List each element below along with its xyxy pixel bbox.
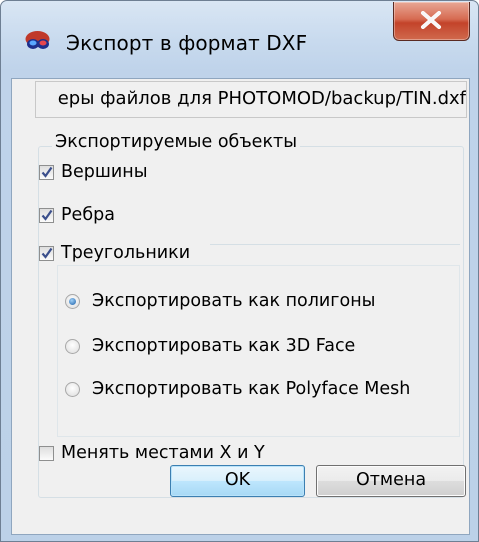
export-as-3dface-radio[interactable] (65, 339, 80, 354)
export-as-polygons-radio[interactable] (65, 294, 80, 309)
edges-checkbox[interactable] (39, 208, 54, 223)
export-as-polygons-label: Экспортировать как полигоны (92, 291, 376, 311)
close-icon (421, 11, 441, 29)
checkmark-icon (41, 209, 53, 221)
file-path-field[interactable]: еры файлов для PHOTOMOD/backup/TIN.dxf (35, 81, 467, 118)
dialog-body: еры файлов для PHOTOMOD/backup/TIN.dxf Э… (11, 78, 470, 535)
vertices-checkbox[interactable] (39, 165, 54, 180)
radio-selected-dot (69, 298, 76, 305)
cancel-button[interactable]: Отмена (316, 465, 466, 497)
stereo-glasses-icon (25, 31, 50, 49)
triangles-label: Треугольники (61, 243, 191, 263)
export-as-polyface-mesh-radio[interactable] (65, 382, 80, 397)
checkmark-icon (41, 247, 53, 259)
export-objects-legend: Экспортируемые объекты (52, 132, 301, 152)
file-path-value: еры файлов для PHOTOMOD/backup/TIN.dxf (57, 88, 466, 109)
triangles-checkbox[interactable] (39, 246, 54, 261)
swap-xy-checkbox[interactable] (39, 446, 54, 461)
triangles-group-divider (210, 244, 460, 245)
swap-xy-label: Менять местами X и Y (61, 443, 265, 463)
close-button[interactable] (393, 2, 470, 41)
ok-button[interactable]: OK (170, 465, 305, 497)
checkmark-icon (41, 166, 53, 178)
edges-label: Ребра (61, 205, 115, 225)
export-dxf-dialog: Экспорт в формат DXF еры файлов для PHOT… (0, 0, 479, 542)
window-title: Экспорт в формат DXF (66, 31, 308, 55)
export-as-polyface-mesh-label: Экспортировать как Polyface Mesh (92, 379, 411, 399)
title-bar[interactable]: Экспорт в формат DXF (1, 1, 478, 77)
export-as-3dface-label: Экспортировать как 3D Face (92, 336, 356, 356)
vertices-label: Вершины (61, 162, 148, 182)
